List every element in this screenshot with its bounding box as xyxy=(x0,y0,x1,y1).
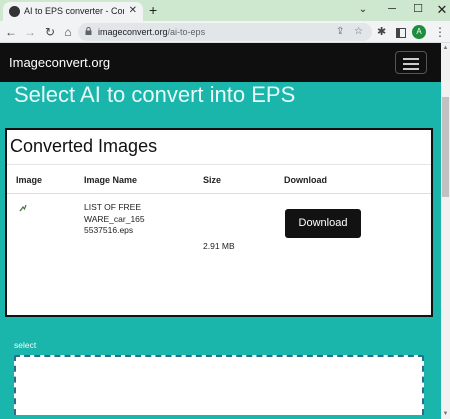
forward-arrow-icon[interactable]: → xyxy=(22,24,38,40)
hamburger-menu-button[interactable] xyxy=(395,51,427,74)
minimize-button[interactable]: ─ xyxy=(378,0,406,21)
panel-title: Converted Images xyxy=(10,136,158,156)
column-header-download: Download xyxy=(284,175,327,185)
side-panel-icon[interactable] xyxy=(396,28,406,38)
extensions-puzzle-icon[interactable]: ✱ xyxy=(377,24,386,40)
file-size: 2.91 MB xyxy=(203,241,235,251)
scrollbar-thumb[interactable] xyxy=(442,97,449,197)
home-icon[interactable]: ⌂ xyxy=(60,24,76,40)
column-header-image: Image xyxy=(16,175,43,185)
url-domain: imageconvert.org xyxy=(98,27,168,37)
table-header: Image Image Name Size Download xyxy=(7,164,431,194)
scroll-down-arrow-icon[interactable]: ▼ xyxy=(441,409,450,419)
file-name: LIST OF FREEWARE_car_1655537516.eps xyxy=(84,202,145,235)
broken-image-icon xyxy=(19,204,27,212)
hamburger-line xyxy=(403,63,419,65)
scroll-up-arrow-icon[interactable]: ▲ xyxy=(441,43,450,53)
download-button[interactable]: Download xyxy=(285,209,361,238)
table-row: LIST OF FREEWARE_car_1655537516.eps 2.91… xyxy=(7,195,431,275)
hamburger-line xyxy=(403,68,419,70)
globe-favicon-icon xyxy=(9,6,20,17)
browser-toolbar: ← → ↻ ⌂ imageconvert.org/ai-to-eps ⇪ ☆ ✱… xyxy=(0,21,450,43)
back-arrow-icon[interactable]: ← xyxy=(3,24,19,40)
site-navbar: Imageconvert.org xyxy=(0,43,441,82)
tab-title: AI to EPS converter - Convert AI xyxy=(24,6,124,16)
url-path: /ai-to-eps xyxy=(167,27,206,37)
url-text: imageconvert.org/ai-to-eps xyxy=(98,26,205,38)
close-window-button[interactable]: ✕ xyxy=(428,0,450,21)
column-header-image-name: Image Name xyxy=(84,175,138,185)
file-dropzone[interactable] xyxy=(14,355,424,415)
lock-icon xyxy=(85,27,92,35)
converted-images-panel: Converted Images Image Image Name Size D… xyxy=(5,128,433,317)
page-scrollbar[interactable]: ▲ ▼ xyxy=(441,43,450,419)
bookmark-star-icon[interactable]: ☆ xyxy=(354,25,363,39)
reload-icon[interactable]: ↻ xyxy=(42,24,58,40)
select-label: select xyxy=(14,340,37,350)
column-header-size: Size xyxy=(203,175,222,185)
browser-tabstrip: AI to EPS converter - Convert AI ✕ + ⌄ ─… xyxy=(0,0,450,21)
new-tab-button[interactable]: + xyxy=(149,2,157,18)
page-heading: Select AI to convert into EPS xyxy=(14,82,296,107)
tab-search-icon[interactable]: ⌄ xyxy=(349,0,377,21)
browser-menu-icon[interactable]: ⋮ xyxy=(434,24,446,40)
brand-logo[interactable]: Imageconvert.org xyxy=(9,55,110,71)
share-icon[interactable]: ⇪ xyxy=(336,25,344,39)
hamburger-line xyxy=(403,58,419,60)
profile-avatar[interactable]: A xyxy=(412,25,426,39)
address-bar[interactable]: imageconvert.org/ai-to-eps ⇪ ☆ xyxy=(78,23,372,41)
tab-close-icon[interactable]: ✕ xyxy=(129,4,137,18)
browser-tab[interactable]: AI to EPS converter - Convert AI ✕ xyxy=(3,2,143,21)
